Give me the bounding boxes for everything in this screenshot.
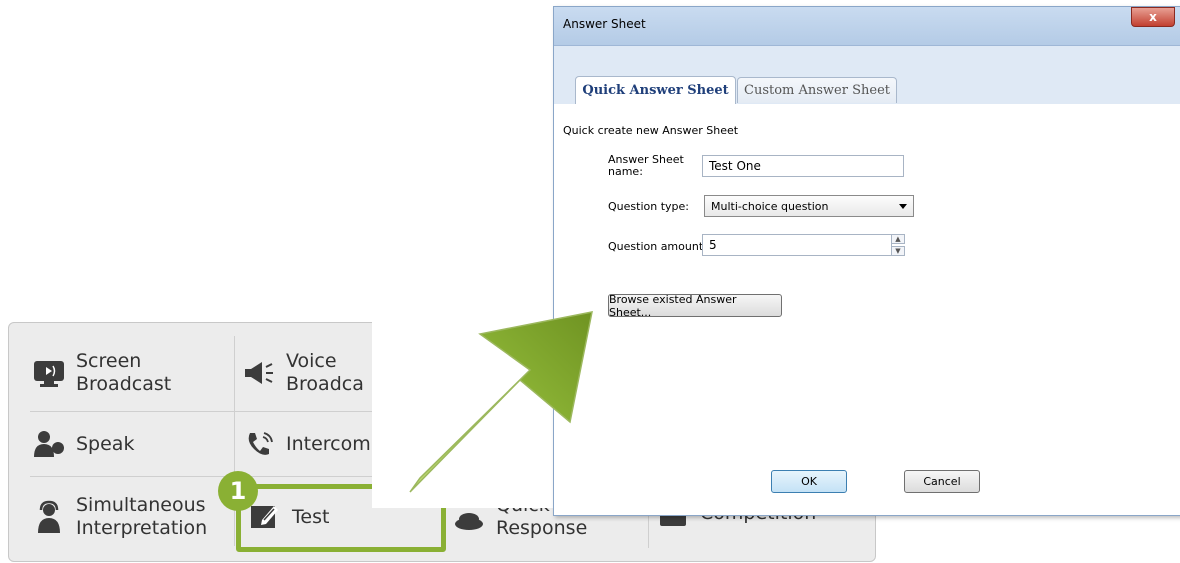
toolbar-item-label: Intercom: [286, 432, 371, 455]
toolbar-item-screen-broadcast[interactable]: Screen Broadcast: [30, 350, 171, 396]
answer-sheet-name-label: Answer Sheet name:: [608, 153, 684, 178]
close-icon: x: [1149, 10, 1157, 24]
spin-down-icon[interactable]: ▼: [891, 246, 905, 256]
toolbar-item-label: Speak: [76, 432, 135, 455]
chevron-down-icon: [899, 204, 907, 209]
browse-answer-sheet-button[interactable]: Browse existed Answer Sheet...: [608, 293, 782, 319]
interpreter-icon: [30, 500, 68, 534]
answer-sheet-dialog: Answer Sheet x Quick Answer Sheet Custom…: [553, 6, 1180, 516]
grid-divider: [234, 336, 235, 546]
close-button[interactable]: x: [1131, 7, 1175, 27]
toolbar-item-label: Simultaneous Interpretation: [76, 494, 208, 539]
dialog-body: [554, 46, 1180, 515]
question-type-select[interactable]: Multi-choice question: [704, 195, 914, 217]
question-amount-label: Question amount:: [608, 240, 707, 253]
toolbar-item-simultaneous-interpretation[interactable]: Simultaneous Interpretation: [30, 494, 207, 540]
toolbar-item-voice-broadcast[interactable]: Voice Broadca: [240, 350, 364, 396]
dialog-title-bar: Answer Sheet x: [554, 7, 1180, 46]
dialog-title: Answer Sheet: [563, 17, 646, 31]
tab-quick-answer-sheet[interactable]: Quick Answer Sheet: [575, 76, 736, 104]
toolbar-item-intercom[interactable]: Intercom: [240, 427, 371, 461]
screen-broadcast-icon: [30, 356, 68, 390]
ok-button[interactable]: OK: [771, 470, 847, 493]
phone-icon: [240, 427, 278, 461]
spin-up-icon[interactable]: ▲: [891, 234, 905, 244]
speak-person-icon: [30, 427, 68, 461]
tab-custom-answer-sheet[interactable]: Custom Answer Sheet: [737, 77, 897, 103]
section-title: Quick create new Answer Sheet: [563, 124, 739, 137]
toolbar-item-label: Voice Broadca: [286, 350, 364, 395]
question-amount-stepper[interactable]: ▲ ▼: [891, 234, 905, 256]
question-amount-input[interactable]: 5: [702, 234, 892, 256]
step-badge: 1: [218, 471, 258, 511]
cancel-button[interactable]: Cancel: [904, 470, 980, 493]
question-type-label: Question type:: [608, 200, 689, 213]
toolbar-item-speak[interactable]: Speak: [30, 427, 134, 461]
arrow-background: [372, 322, 556, 508]
megaphone-icon: [240, 356, 278, 390]
answer-sheet-name-input[interactable]: Test One: [702, 155, 904, 177]
toolbar-item-label: Screen Broadcast: [76, 350, 172, 395]
